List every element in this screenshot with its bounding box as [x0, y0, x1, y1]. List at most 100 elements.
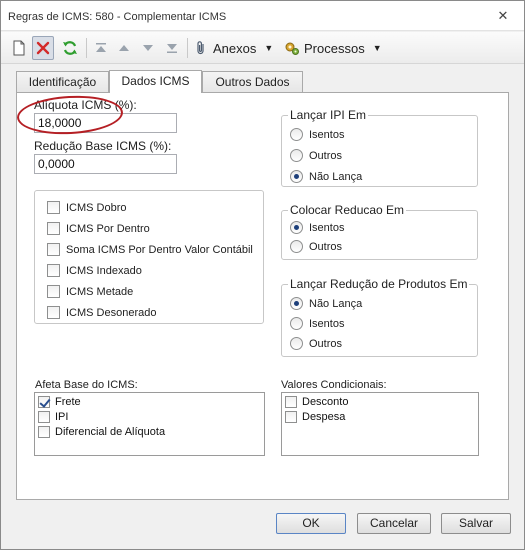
checkbox-label: ICMS Por Dentro [66, 222, 150, 235]
reducao-base-label: Redução Base ICMS (%): [34, 139, 172, 153]
soma-icms-checkbox[interactable]: Soma ICMS Por Dentro Valor Contábil [47, 242, 253, 257]
afeta-base-diferencial-item[interactable]: Diferencial de Alíquota [38, 425, 165, 439]
reducao-produtos-outros-radio[interactable]: Outros [290, 336, 342, 351]
toolbar: Anexos ▼ Processos ▼ [1, 32, 524, 64]
icms-desonerado-checkbox[interactable]: ICMS Desonerado [47, 305, 157, 320]
radio-label: Outros [309, 337, 343, 350]
radio-circle [290, 317, 303, 330]
aliquota-input[interactable] [34, 113, 177, 133]
icms-dobro-checkbox[interactable]: ICMS Dobro [47, 200, 127, 215]
tab-identificacao[interactable]: Identificação [16, 71, 109, 92]
list-item-label: Diferencial de Alíquota [55, 426, 166, 438]
move-first-button[interactable] [92, 36, 110, 60]
paperclip-icon [197, 41, 204, 55]
icms-options-group: ICMS Dobro ICMS Por Dentro Soma ICMS Por… [34, 190, 264, 324]
checkbox-box [47, 285, 60, 298]
checkbox-label: Soma ICMS Por Dentro Valor Contábil [66, 243, 253, 256]
afeta-base-frete-item[interactable]: Frete [38, 395, 81, 409]
checkbox-box [38, 396, 50, 408]
radio-label: Isentos [309, 317, 345, 330]
anexos-label: Anexos [213, 40, 257, 56]
reducao-produtos-nao-lanca-radio[interactable]: Não Lança [290, 296, 362, 311]
close-icon[interactable]: ✕ [496, 9, 510, 23]
valores-condicionais-list[interactable]: Desconto Despesa [281, 392, 479, 456]
radio-circle [290, 128, 303, 141]
icms-por-dentro-checkbox[interactable]: ICMS Por Dentro [47, 221, 150, 236]
delete-icon [36, 41, 50, 55]
chevron-down-icon: ▼ [264, 43, 274, 53]
valores-desconto-item[interactable]: Desconto [285, 395, 348, 409]
valores-condicionais-label: Valores Condicionais: [281, 379, 387, 391]
list-item-label: Despesa [302, 411, 346, 423]
afeta-base-ipi-item[interactable]: IPI [38, 410, 68, 424]
radio-circle [290, 297, 303, 310]
move-up-button[interactable] [115, 36, 133, 60]
list-item-label: Desconto [302, 396, 349, 408]
move-last-button[interactable] [163, 36, 181, 60]
checkbox-box [47, 222, 60, 235]
list-item-label: Frete [55, 396, 81, 408]
anexos-menu-button[interactable]: Anexos ▼ [193, 36, 277, 60]
group-title: Colocar Reducao Em [288, 203, 407, 217]
new-document-icon [13, 40, 25, 56]
new-button[interactable] [9, 36, 29, 60]
colocar-reducao-group: Colocar Reducao Em Isentos Outros [281, 203, 478, 260]
radio-label: Isentos [309, 128, 345, 141]
delete-button[interactable] [32, 36, 54, 60]
lancar-ipi-group: Lançar IPI Em Isentos Outros Não Lança [281, 108, 478, 187]
group-title: Lançar Redução de Produtos Em [288, 277, 470, 291]
radio-label: Outros [309, 149, 343, 162]
lancar-ipi-outros-radio[interactable]: Outros [290, 148, 342, 163]
checkbox-box [285, 411, 297, 423]
refresh-icon [63, 41, 77, 55]
tab-outros-dados[interactable]: Outros Dados [202, 71, 303, 92]
lancar-ipi-nao-lanca-radio[interactable]: Não Lança [290, 169, 362, 184]
radio-label: Isentos [309, 221, 345, 234]
colocar-reducao-isentos-radio[interactable]: Isentos [290, 220, 344, 235]
icms-metade-checkbox[interactable]: ICMS Metade [47, 284, 133, 299]
save-button[interactable]: Salvar [441, 513, 511, 534]
list-item-label: IPI [55, 411, 69, 423]
refresh-button[interactable] [59, 36, 81, 60]
radio-circle [290, 337, 303, 350]
processos-menu-button[interactable]: Processos ▼ [284, 36, 384, 60]
checkbox-box [285, 396, 297, 408]
move-up-icon [119, 45, 129, 51]
afeta-base-label: Afeta Base do ICMS: [35, 379, 138, 391]
toolbar-separator [86, 38, 87, 58]
cancel-button[interactable]: Cancelar [357, 513, 431, 534]
radio-circle [290, 149, 303, 162]
icms-indexado-checkbox[interactable]: ICMS Indexado [47, 263, 142, 278]
radio-label: Outros [309, 240, 343, 253]
radio-label: Não Lança [309, 297, 363, 310]
dialog-window: Regras de ICMS: 580 - Complementar ICMS … [0, 0, 525, 550]
checkbox-box [47, 201, 60, 214]
tab-panel-dados-icms: Alíquota ICMS (%): Redução Base ICMS (%)… [16, 92, 509, 500]
move-down-button[interactable] [139, 36, 157, 60]
radio-circle [290, 170, 303, 183]
lancar-ipi-isentos-radio[interactable]: Isentos [290, 127, 344, 142]
chevron-down-icon: ▼ [372, 43, 382, 53]
checkbox-label: ICMS Dobro [66, 201, 127, 214]
checkbox-box [47, 264, 60, 277]
valores-despesa-item[interactable]: Despesa [285, 410, 345, 424]
window-title: Regras de ICMS: 580 - Complementar ICMS [8, 11, 227, 23]
tab-dados-icms[interactable]: Dados ICMS [109, 70, 202, 93]
checkbox-box [38, 411, 50, 423]
ok-button[interactable]: OK [276, 513, 346, 534]
colocar-reducao-outros-radio[interactable]: Outros [290, 239, 342, 254]
move-first-icon [96, 43, 106, 52]
aliquota-label: Alíquota ICMS (%): [34, 98, 137, 112]
checkbox-box [38, 426, 50, 438]
checkbox-box [47, 306, 60, 319]
checkbox-label: ICMS Metade [66, 285, 134, 298]
title-bar: Regras de ICMS: 580 - Complementar ICMS … [1, 1, 524, 31]
radio-circle [290, 221, 303, 234]
group-title: Lançar IPI Em [288, 108, 369, 122]
checkbox-label: ICMS Indexado [66, 264, 142, 277]
reducao-produtos-isentos-radio[interactable]: Isentos [290, 316, 344, 331]
reducao-base-input[interactable] [34, 154, 177, 174]
move-down-icon [143, 45, 153, 51]
afeta-base-list[interactable]: Frete IPI Diferencial de Alíquota [34, 392, 265, 456]
toolbar-separator [187, 38, 188, 58]
